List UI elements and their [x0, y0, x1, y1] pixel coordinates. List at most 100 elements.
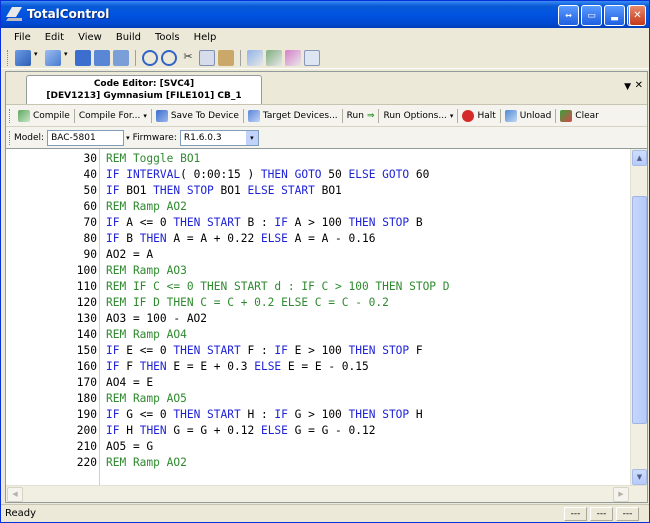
menu-file[interactable]: File [7, 32, 38, 43]
code-line[interactable]: 120 REM IF D THEN C = C + 0.2 ELSE C = C … [6, 295, 630, 311]
compile-button[interactable]: Compile [14, 109, 74, 122]
keyword-token: IF [274, 344, 288, 357]
dropdown-arrow-icon[interactable]: ▾ [126, 134, 130, 142]
toolbar-grip[interactable] [7, 49, 10, 66]
code-line[interactable]: 160 IF F THEN E = E + 0.3 ELSE E = E - 0.… [6, 359, 630, 375]
code-text: IF B THEN A = A + 0.22 ELSE A = A - 0.16 [106, 231, 375, 247]
code-editor[interactable]: 30 REM Toggle BO1 40 IF INTERVAL( 0:00:15 )… [6, 148, 647, 485]
code-token: G > 100 [287, 408, 349, 421]
bookmark-icon[interactable] [285, 49, 301, 66]
clear-button[interactable]: Clear [556, 109, 603, 122]
code-line[interactable]: 60 REM Ramp AO2 [6, 199, 630, 215]
replace-icon[interactable] [266, 49, 282, 66]
code-line[interactable]: 30 REM Toggle BO1 [6, 151, 630, 167]
find-icon[interactable] [247, 49, 263, 66]
code-line[interactable]: 220 REM Ramp AO2 [6, 455, 630, 471]
title-bar[interactable]: TotalControl ↔ ▭ ▬ □ [1, 1, 649, 28]
menu-help[interactable]: Help [187, 32, 224, 43]
close-button[interactable]: ✕ [629, 5, 646, 26]
code-line[interactable]: 200 IF H THEN G = G + 0.12 ELSE G = G - 0… [6, 423, 630, 439]
options-button[interactable]: ▭ [581, 5, 602, 26]
horizontal-scrollbar[interactable]: ◀ ▶ [6, 485, 647, 502]
new-item-icon[interactable] [45, 49, 61, 66]
code-line[interactable]: 40 IF INTERVAL( 0:00:15 ) THEN GOTO 50 EL… [6, 167, 630, 183]
code-line[interactable]: 150 IF E <= 0 THEN START F : IF E > 100 T… [6, 343, 630, 359]
tab-close-icon[interactable]: ✕ [635, 80, 643, 91]
keyword-token: THEN GOTO [260, 168, 322, 181]
code-line[interactable]: 130 AO3 = 100 - AO2 [6, 311, 630, 327]
vertical-scroll-thumb[interactable] [632, 196, 647, 424]
run-button[interactable]: Run ⇒ [343, 111, 379, 121]
dropdown-arrow-icon[interactable]: ▾ [34, 50, 42, 66]
code-line[interactable]: 190 IF G <= 0 THEN START H : IF G > 100 T… [6, 407, 630, 423]
menu-tools[interactable]: Tools [148, 32, 187, 43]
code-token: B : [240, 216, 275, 229]
window-list-icon[interactable] [304, 49, 320, 66]
code-line[interactable]: 100 REM Ramp AO3 [6, 263, 630, 279]
code-line[interactable]: 80 IF B THEN A = A + 0.22 ELSE A = A - 0.… [6, 231, 630, 247]
code-token: BO1 [119, 184, 154, 197]
chevron-down-icon[interactable]: ▾ [245, 130, 258, 145]
code-line[interactable]: 70 IF A <= 0 THEN START B : IF A > 100 TH… [6, 215, 630, 231]
line-number: 180 [76, 392, 97, 405]
code-line[interactable]: 50 IF BO1 THEN STOP BO1 ELSE START BO1 [6, 183, 630, 199]
code-line[interactable]: 90 AO2 = A [6, 247, 630, 263]
scroll-right-icon[interactable]: ▶ [613, 487, 629, 502]
cut-icon[interactable]: ✂ [180, 50, 196, 66]
save-all-icon[interactable] [94, 49, 110, 66]
toolbar-grip[interactable] [9, 108, 12, 123]
toolbar-grip[interactable] [9, 130, 12, 145]
comment-token: REM IF C <= 0 THEN START d : IF C > 100 … [106, 280, 450, 293]
tab-list-dropdown-icon[interactable]: ▼ [624, 82, 631, 92]
menu-build[interactable]: Build [109, 32, 148, 43]
tab-code-editor[interactable]: Code Editor: [SVC4] [DEV1213] Gymnasium … [26, 75, 262, 104]
window-title: TotalControl [27, 7, 110, 21]
code-text: IF F THEN E = E + 0.3 ELSE E = E - 0.15 [106, 359, 369, 375]
code-line[interactable]: 140 REM Ramp AO4 [6, 327, 630, 343]
code-token: A > 100 [287, 216, 349, 229]
code-line[interactable]: 170 AO4 = E [6, 375, 630, 391]
copy-icon[interactable] [199, 49, 215, 66]
print-icon[interactable] [113, 49, 129, 66]
keyword-token: IF INTERVAL [106, 168, 181, 181]
save-icon[interactable] [75, 49, 91, 66]
compile-for-button[interactable]: Compile For... ▾ [75, 111, 151, 121]
run-options-button[interactable]: Run Options... ▾ [379, 111, 457, 121]
new-icon[interactable] [15, 49, 31, 66]
save-to-device-button[interactable]: Save To Device [152, 109, 243, 122]
unload-button[interactable]: Unload [501, 109, 556, 122]
code-text: REM IF C <= 0 THEN START d : IF C > 100 … [106, 279, 450, 295]
code-text: IF H THEN G = G + 0.12 ELSE G = G - 0.12 [106, 423, 375, 439]
vertical-scrollbar[interactable]: ▲ ▼ [630, 149, 647, 485]
code-token: B [119, 232, 140, 245]
dropdown-arrow-icon[interactable]: ▾ [64, 50, 72, 66]
code-line[interactable]: 110 REM IF C <= 0 THEN START d : IF C > 1… [6, 279, 630, 295]
code-line[interactable]: 180 REM Ramp AO5 [6, 391, 630, 407]
menu-view[interactable]: View [71, 32, 109, 43]
paste-icon[interactable] [218, 49, 234, 66]
keyword-token: ELSE [254, 360, 282, 373]
halt-button[interactable]: Halt [458, 109, 499, 122]
target-devices-button[interactable]: Target Devices... [244, 109, 342, 122]
redo-icon[interactable] [161, 49, 177, 66]
menu-edit[interactable]: Edit [38, 32, 71, 43]
keyword-token: THEN [139, 360, 167, 373]
main-toolbar: ▾ ▾ ✂ [1, 47, 649, 69]
undo-icon[interactable] [142, 49, 158, 66]
minimize-button[interactable]: ▬ [604, 5, 625, 26]
scroll-down-icon[interactable]: ▼ [632, 469, 647, 485]
model-select[interactable]: BAC-5801 [47, 129, 125, 146]
comment-token: REM Ramp AO5 [106, 392, 187, 405]
code-token: G = G + 0.12 [166, 424, 261, 437]
status-text: Ready [5, 508, 37, 519]
firmware-label: Firmware: [132, 132, 177, 143]
tab-subtitle: [DEV1213] Gymnasium [FILE101] CB_1 [46, 91, 242, 101]
scroll-left-icon[interactable]: ◀ [7, 487, 23, 502]
code-token: F [409, 344, 423, 357]
restore-tiled-button[interactable]: ↔ [558, 5, 579, 26]
keyword-token: THEN STOP [348, 344, 410, 357]
code-line[interactable]: 210 AO5 = G [6, 439, 630, 455]
line-number: 130 [76, 312, 97, 325]
firmware-select[interactable]: R1.6.0.3 ▾ [179, 129, 259, 146]
scroll-up-icon[interactable]: ▲ [632, 150, 647, 166]
